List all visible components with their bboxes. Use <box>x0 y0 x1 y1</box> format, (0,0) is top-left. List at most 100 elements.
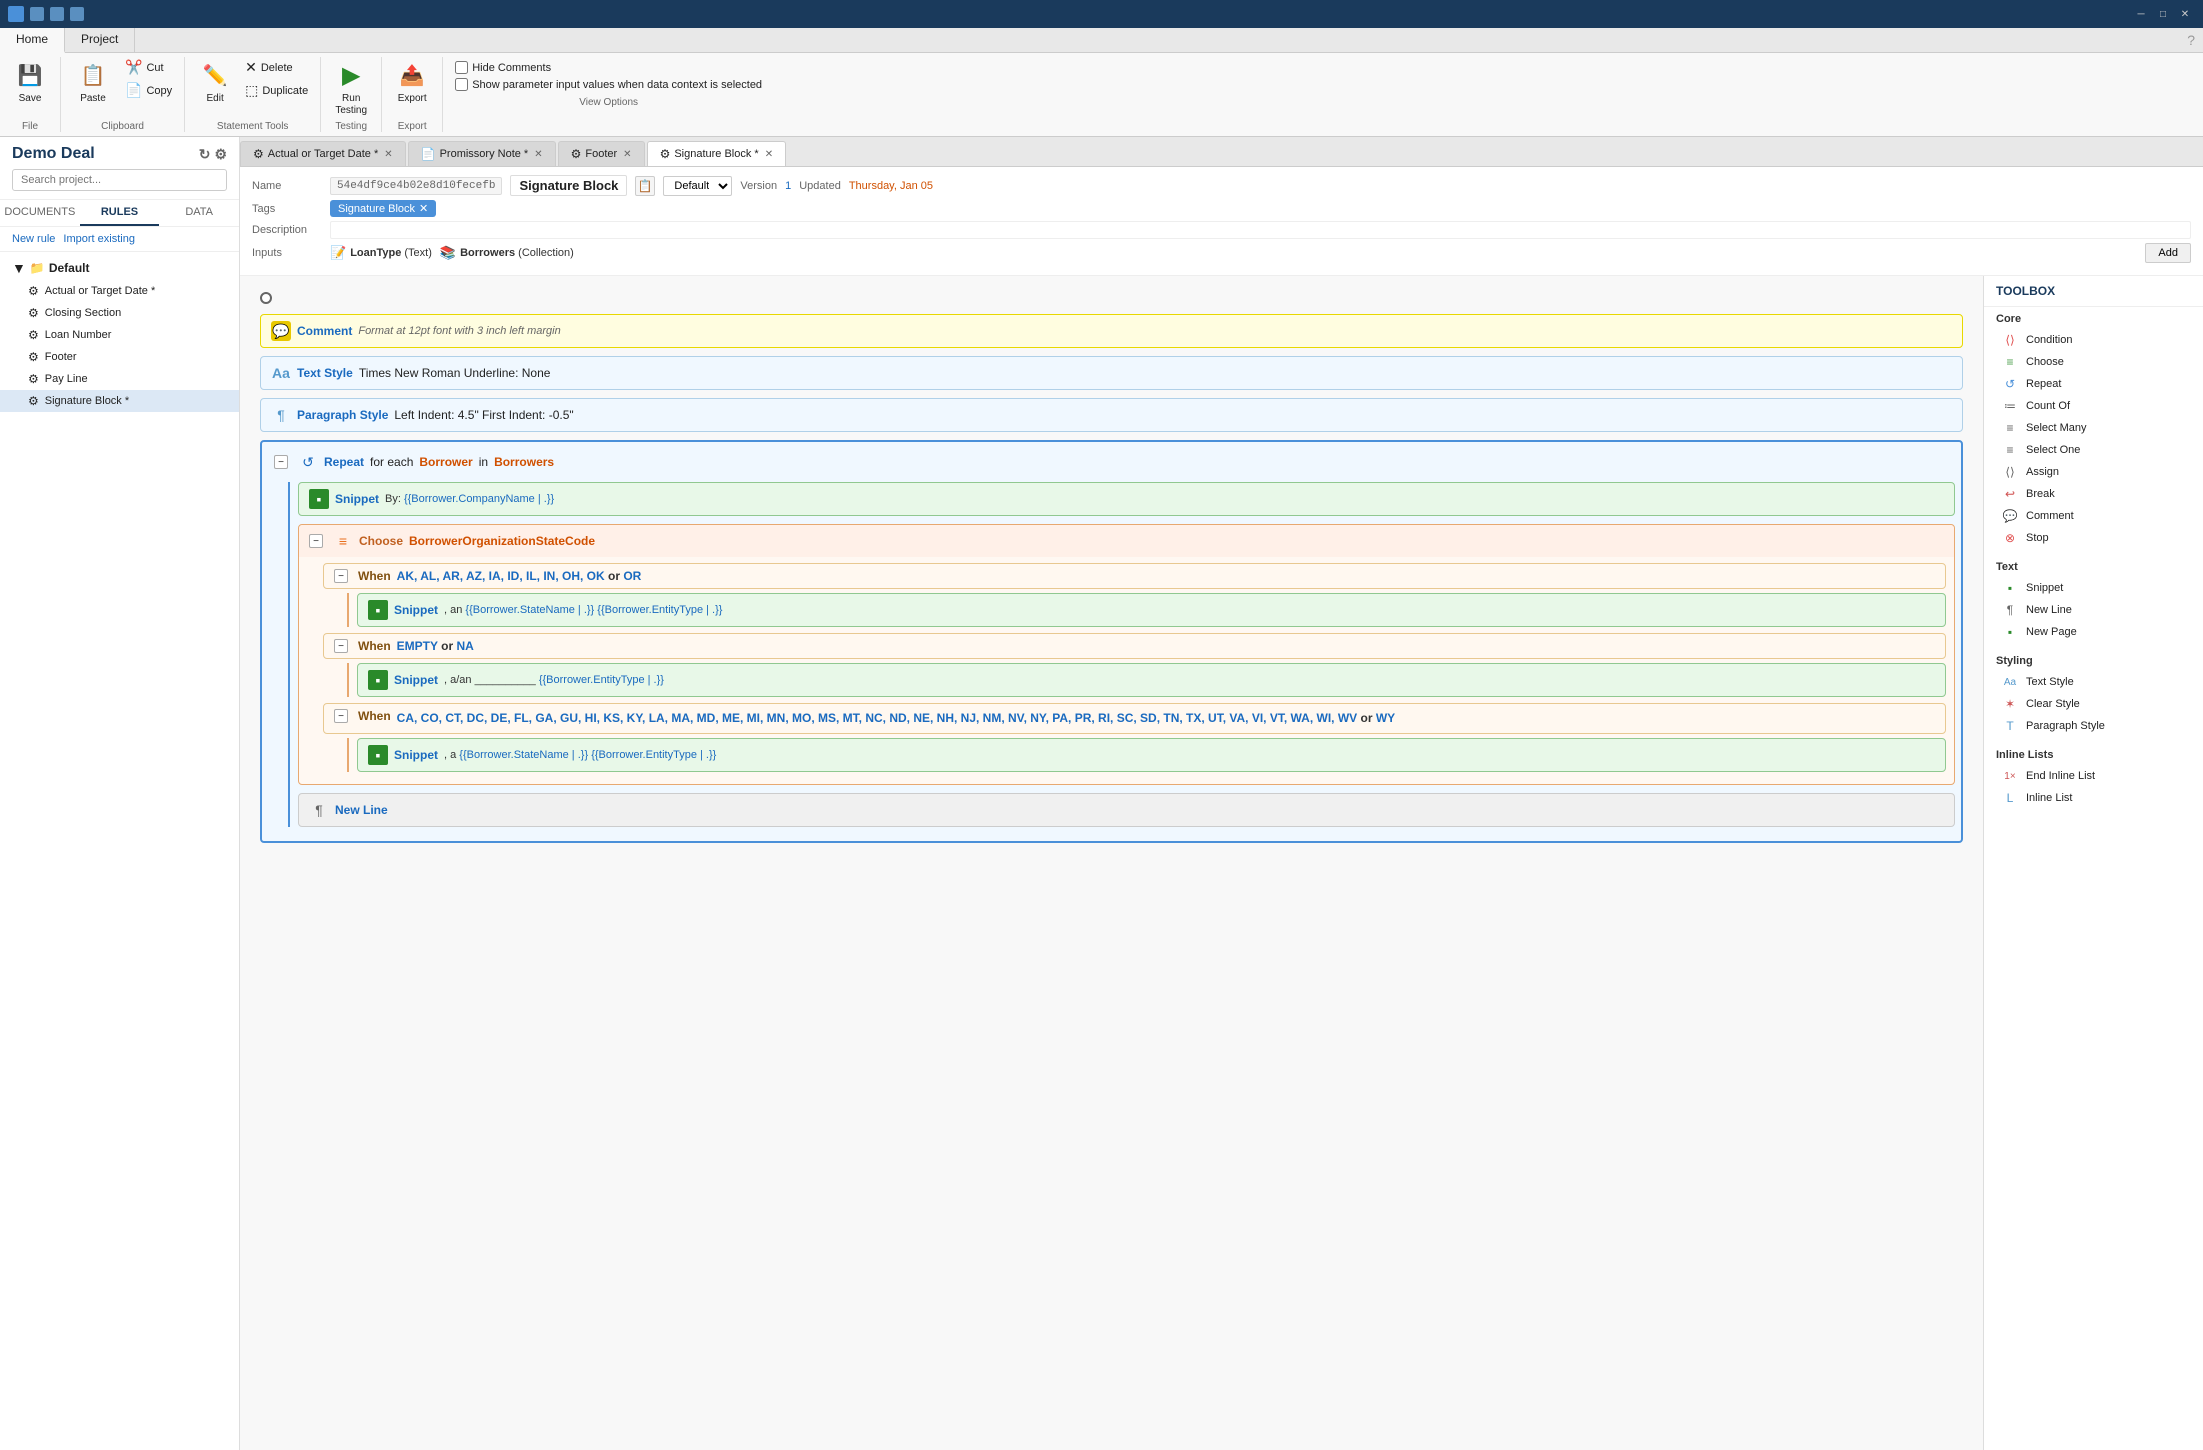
export-items: 📤 Export <box>390 57 434 119</box>
refresh-icon[interactable]: ↻ <box>199 146 211 163</box>
tab-home[interactable]: Home <box>0 28 65 53</box>
sidebar-item-payline[interactable]: ⚙ Pay Line <box>0 368 239 390</box>
tab-promissory[interactable]: 📄 Promissory Note * ✕ <box>408 141 556 166</box>
toolbox-newpage[interactable]: ▪ New Page <box>1996 621 2191 643</box>
minimize-button[interactable]: ─ <box>2131 5 2151 23</box>
duplicate-button[interactable]: ⬚ Duplicate <box>241 80 312 101</box>
doc-name-row: Name 54e4df9ce4b02e8d10fecefb Signature … <box>252 175 2191 196</box>
snippet-by-block[interactable]: ▪ Snippet By: {{Borrower.CompanyName | .… <box>298 482 1955 516</box>
toolbox-assign[interactable]: ⟨⟩ Assign <box>1996 461 2191 483</box>
desc-label: Description <box>252 224 322 236</box>
tab-close-4[interactable]: ✕ <box>765 149 773 160</box>
toolbox-break[interactable]: ↩ Break <box>1996 483 2191 505</box>
tb-btn-1[interactable] <box>30 7 44 21</box>
delete-duplicate-group: ✕ Delete ⬚ Duplicate <box>241 57 312 101</box>
choose-collapse-btn[interactable]: − <box>309 534 323 548</box>
sidebar-item-footer[interactable]: ⚙ Footer <box>0 346 239 368</box>
repeat-block[interactable]: − ↺ Repeat for each Borrower in Borrower… <box>260 440 1963 843</box>
sidebar-nav-documents[interactable]: DOCUMENTS <box>0 200 80 226</box>
rule-icon-1: ⚙ <box>28 284 39 298</box>
search-input[interactable] <box>12 169 227 191</box>
tab-signature[interactable]: ⚙ Signature Block * ✕ <box>647 141 787 166</box>
help-button[interactable]: ? <box>2179 28 2203 52</box>
tree-group-default[interactable]: ▼ 📁 Default <box>0 256 239 280</box>
newline-block[interactable]: ¶ New Line <box>298 793 1955 827</box>
toolbox-countof[interactable]: ≔ Count Of <box>1996 395 2191 417</box>
sidebar-title-icons: ↻ ⚙ <box>199 146 227 163</box>
save-icon: 💾 <box>14 59 46 91</box>
run-button[interactable]: ▶ RunTesting <box>329 57 373 119</box>
sidebar-item-loan[interactable]: ⚙ Loan Number <box>0 324 239 346</box>
sidebar-nav-data[interactable]: DATA <box>159 200 239 226</box>
inputs-list: 📝 LoanType (Text) 📚 Borrowers (Collectio… <box>330 245 574 261</box>
export-button[interactable]: 📤 Export <box>390 57 434 107</box>
when-collapse-3[interactable]: − <box>334 709 348 723</box>
parastyle-block[interactable]: ¶ Paragraph Style Left Indent: 4.5" Firs… <box>260 398 1963 432</box>
sidebar-item-actual-date[interactable]: ⚙ Actual or Target Date * <box>0 280 239 302</box>
description-input[interactable] <box>330 221 2191 239</box>
maximize-button[interactable]: □ <box>2153 5 2173 23</box>
when-collapse-2[interactable]: − <box>334 639 348 653</box>
toolbox-textstyle[interactable]: Aa Text Style <box>1996 671 2191 693</box>
copy-button[interactable]: 📄 Copy <box>121 80 176 101</box>
hide-comments-checkbox[interactable] <box>455 61 468 74</box>
sidebar-item-signature[interactable]: ⚙ Signature Block * <box>0 390 239 412</box>
paste-button[interactable]: 📋 Paste <box>69 57 117 107</box>
when-snippet-2[interactable]: ▪ Snippet , a/an __________ {{Borrower.E… <box>357 663 1946 697</box>
delete-button[interactable]: ✕ Delete <box>241 57 312 78</box>
cut-button[interactable]: ✂️ Cut <box>121 57 176 78</box>
snippet-keyword-1: Snippet <box>335 492 379 506</box>
when-vals-3: CA, CO, CT, DC, DE, FL, GA, GU, HI, KS, … <box>397 709 1396 728</box>
tab-project[interactable]: Project <box>65 28 135 52</box>
edit-button[interactable]: ✏️ Edit <box>193 57 237 107</box>
toolbox-inline-list[interactable]: L Inline List <box>1996 787 2191 809</box>
start-node <box>260 292 272 304</box>
new-rule-link[interactable]: New rule <box>12 233 55 245</box>
show-params-checkbox[interactable] <box>455 78 468 91</box>
tab-actual-date[interactable]: ⚙ Actual or Target Date * ✕ <box>240 141 406 166</box>
add-input-button[interactable]: Add <box>2145 243 2191 263</box>
comment-block[interactable]: 💬 Comment Format at 12pt font with 3 inc… <box>260 314 1963 348</box>
sidebar-nav-rules[interactable]: RULES <box>80 200 160 226</box>
toolbox-selectone[interactable]: ≡ Select One <box>1996 439 2191 461</box>
toolbox-end-inline[interactable]: 1× End Inline List <box>1996 765 2191 787</box>
tab-close-3[interactable]: ✕ <box>623 149 631 160</box>
tab-footer[interactable]: ⚙ Footer ✕ <box>558 141 645 166</box>
tb-btn-2[interactable] <box>50 7 64 21</box>
when-collapse-1[interactable]: − <box>334 569 348 583</box>
toolbox-inline-label: Inline Lists <box>1996 749 2191 761</box>
toolbox-choose[interactable]: ≡ Choose <box>1996 351 2191 373</box>
toolbox-comment[interactable]: 💬 Comment <box>1996 505 2191 527</box>
choose-block[interactable]: − ≡ Choose BorrowerOrganizationStateCode… <box>298 524 1955 785</box>
close-button[interactable]: ✕ <box>2175 5 2195 23</box>
repeat-collapse-btn[interactable]: − <box>274 455 288 469</box>
when-snippet-1[interactable]: ▪ Snippet , an {{Borrower.StateName | .}… <box>357 593 1946 627</box>
tab-close-1[interactable]: ✕ <box>384 149 392 160</box>
doc-default-select[interactable]: Default <box>663 176 732 196</box>
toolbox-clearstyle[interactable]: ✶ Clear Style <box>1996 693 2191 715</box>
settings-icon[interactable]: ⚙ <box>214 146 227 163</box>
doc-copy-btn[interactable]: 📋 <box>635 176 655 196</box>
toolbox-snippet[interactable]: ▪ Snippet <box>1996 577 2191 599</box>
tab-close-2[interactable]: ✕ <box>534 149 542 160</box>
export-icon: 📤 <box>396 59 428 91</box>
toolbox-parastyle[interactable]: T Paragraph Style <box>1996 715 2191 737</box>
toolbox-newline[interactable]: ¶ New Line <box>1996 599 2191 621</box>
import-existing-link[interactable]: Import existing <box>63 233 135 245</box>
toolbox-condition[interactable]: ⟨⟩ Condition <box>1996 329 2191 351</box>
toolbox-repeat[interactable]: ↺ Repeat <box>1996 373 2191 395</box>
repeat-in: in <box>479 455 488 469</box>
save-button[interactable]: 💾 Save <box>8 57 52 107</box>
when-snippet-3[interactable]: ▪ Snippet , a {{Borrower.StateName | .}}… <box>357 738 1946 772</box>
textstyle-tb-icon: Aa <box>2002 674 2018 690</box>
textstyle-block[interactable]: Aa Text Style Times New Roman Underline:… <box>260 356 1963 390</box>
snippet-keyword-3: Snippet <box>394 673 438 687</box>
toolbox-stop[interactable]: ⊗ Stop <box>1996 527 2191 549</box>
tb-btn-3[interactable] <box>70 7 84 21</box>
ribbon-content: 💾 Save File 📋 Paste ✂️ Cut � <box>0 53 2203 136</box>
sidebar-item-closing[interactable]: ⚙ Closing Section <box>0 302 239 324</box>
when-vals-2: EMPTY or NA <box>397 639 474 653</box>
tag-remove-btn[interactable]: ✕ <box>419 202 428 215</box>
sidebar-item-label-1: Actual or Target Date * <box>45 285 155 297</box>
toolbox-selectmany[interactable]: ≡ Select Many <box>1996 417 2191 439</box>
